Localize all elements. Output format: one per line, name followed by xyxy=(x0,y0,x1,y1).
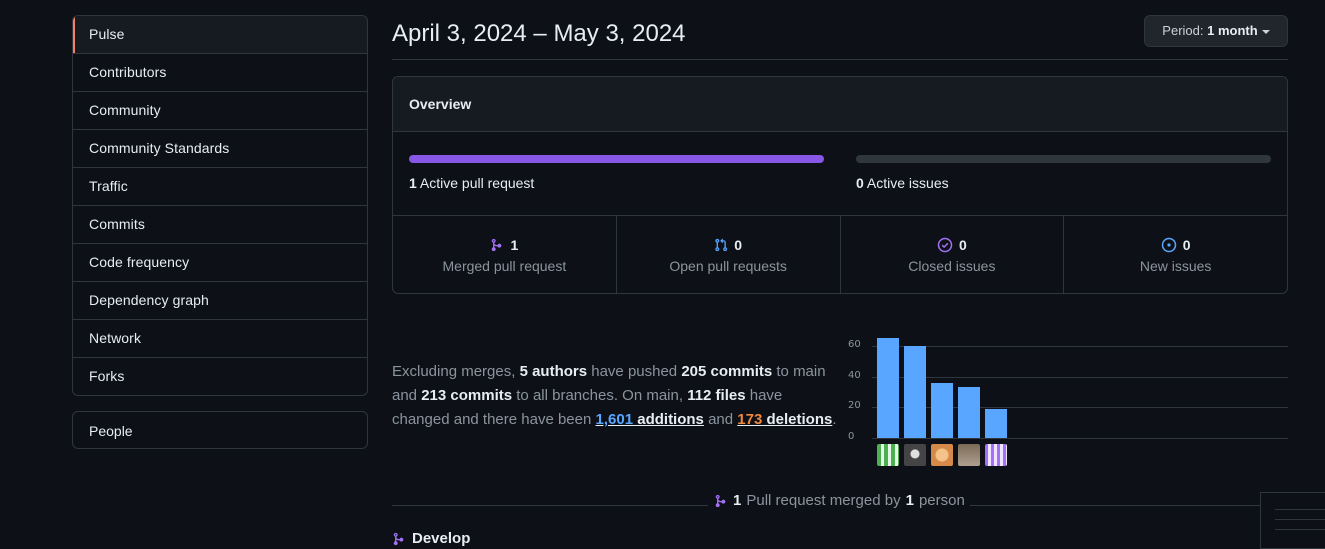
new-issues-label: New issues xyxy=(1139,258,1212,274)
page-title: April 3, 2024 – May 3, 2024 xyxy=(392,20,686,47)
merged-prs-count: 1 xyxy=(510,237,519,253)
develop-label: Develop xyxy=(412,530,471,547)
chart-bar[interactable] xyxy=(958,387,980,438)
deletions-link[interactable]: 173 deletions xyxy=(737,411,832,428)
thumbnail-line xyxy=(1275,519,1325,529)
period-dropdown-button[interactable]: Period: 1 month xyxy=(1144,15,1288,47)
stat-open-prs[interactable]: 0 Open pull requests xyxy=(615,216,840,293)
issue-closed-icon xyxy=(937,237,953,253)
active-issues-count: 0 xyxy=(856,175,864,191)
sidebar-item-forks[interactable]: Forks xyxy=(73,357,367,395)
page-thumbnail-preview xyxy=(1260,492,1325,549)
sidebar-item-people[interactable]: People xyxy=(72,411,368,449)
open-prs-label: Open pull requests xyxy=(669,258,787,274)
commits-by-author-chart: 60 40 20 0 xyxy=(840,330,1290,470)
y-tick-label: 0 xyxy=(848,431,855,442)
chart-gridline xyxy=(872,346,1288,347)
active-prs-label: Active pull request xyxy=(419,175,535,191)
merged-count: 1 xyxy=(733,492,742,509)
thumbnail-line xyxy=(1275,529,1325,539)
active-prs-link[interactable]: 1 Active pull request xyxy=(409,175,534,191)
merge-icon xyxy=(492,238,502,252)
divider xyxy=(970,505,1288,506)
closed-issues-count: 0 xyxy=(958,237,967,253)
active-issues-label: Active issues xyxy=(866,175,949,191)
insights-sidebar: Pulse Contributors Community Community S… xyxy=(72,15,368,396)
thumbnail-line xyxy=(1275,509,1325,519)
header-divider xyxy=(392,59,1288,60)
deletions-count: 173 xyxy=(737,411,763,428)
overview-heading: Overview xyxy=(393,77,1287,132)
stat-closed-issues[interactable]: 0 Closed issues xyxy=(839,216,1064,293)
merge-icon xyxy=(393,532,404,545)
sidebar-item-commits[interactable]: Commits xyxy=(73,205,367,243)
closed-issues-label: Closed issues xyxy=(908,258,996,274)
merge-icon xyxy=(715,494,726,507)
open-prs-count: 0 xyxy=(734,237,743,253)
commits-all-count: 213 commits xyxy=(421,387,513,404)
additions-label: additions xyxy=(633,411,704,428)
chart-gridline xyxy=(872,376,1288,378)
merged-prs-summary: 1 Pull request merged by 1 person xyxy=(714,492,965,509)
y-tick-label: 60 xyxy=(848,339,861,350)
chart-bar[interactable] xyxy=(985,408,1007,438)
period-value: 1 month xyxy=(1207,23,1258,38)
active-issues-link[interactable]: 0 Active issues xyxy=(856,175,949,191)
sidebar-item-dependency-graph[interactable]: Dependency graph xyxy=(73,281,367,319)
stat-merged-prs[interactable]: 1 Merged pull request xyxy=(393,216,616,293)
author-avatar[interactable] xyxy=(958,444,980,466)
chart-bar[interactable] xyxy=(877,338,899,438)
commit-summary: Excluding merges, 5 authors have pushed … xyxy=(392,360,842,432)
y-tick-label: 40 xyxy=(848,369,861,381)
overview-panel: Overview 1 Active pull request 0 Active … xyxy=(392,76,1288,294)
issue-open-icon xyxy=(1161,237,1176,253)
y-tick-label: 20 xyxy=(848,400,861,412)
merged-text: Pull request merged by xyxy=(746,492,901,509)
overview-stats: 1 Merged pull request 0 Open pull reques… xyxy=(393,215,1287,293)
author-avatar[interactable] xyxy=(985,444,1007,466)
summary-text: . xyxy=(832,411,837,428)
new-issues-count: 0 xyxy=(1182,237,1191,253)
develop-heading: Develop xyxy=(392,530,470,547)
active-issues-bar xyxy=(856,155,1271,163)
summary-text: have pushed xyxy=(587,363,682,380)
active-prs-count: 1 xyxy=(409,175,417,191)
merged-prs-label: Merged pull request xyxy=(442,258,567,274)
sidebar-item-community-standards[interactable]: Community Standards xyxy=(73,129,367,167)
sidebar-item-contributors[interactable]: Contributors xyxy=(73,53,367,91)
commits-main-count: 205 commits xyxy=(681,363,773,380)
authors-count: 5 authors xyxy=(519,363,588,380)
stat-new-issues[interactable]: 0 New issues xyxy=(1063,216,1287,293)
chart-bar[interactable] xyxy=(904,346,926,438)
period-prefix: Period: xyxy=(1162,23,1204,38)
divider xyxy=(392,505,708,506)
sidebar-item-network[interactable]: Network xyxy=(73,319,367,357)
additions-count: 1,601 xyxy=(595,411,634,428)
sidebar-item-community[interactable]: Community xyxy=(73,91,367,129)
sidebar-item-code-frequency[interactable]: Code frequency xyxy=(73,243,367,281)
author-avatar[interactable] xyxy=(931,444,953,466)
sidebar-item-pulse[interactable]: Pulse xyxy=(73,16,367,53)
author-avatar[interactable] xyxy=(877,444,899,466)
merged-people-count: 1 xyxy=(905,492,914,509)
pull-request-icon xyxy=(715,238,728,252)
deletions-label: deletions xyxy=(762,411,833,428)
chart-gridline xyxy=(872,438,1288,439)
merged-text-person: person xyxy=(918,492,965,509)
author-avatar[interactable] xyxy=(904,444,926,466)
files-count: 112 files xyxy=(687,387,746,404)
chart-bar[interactable] xyxy=(931,382,953,438)
sidebar-item-traffic[interactable]: Traffic xyxy=(73,167,367,205)
active-prs-bar xyxy=(409,155,824,163)
chevron-down-icon xyxy=(1261,29,1270,34)
additions-link[interactable]: 1,601 additions xyxy=(596,411,704,428)
summary-text: Excluding merges, xyxy=(392,363,520,380)
summary-text: to all branches. On main, xyxy=(512,387,688,404)
summary-text: and xyxy=(703,411,738,428)
